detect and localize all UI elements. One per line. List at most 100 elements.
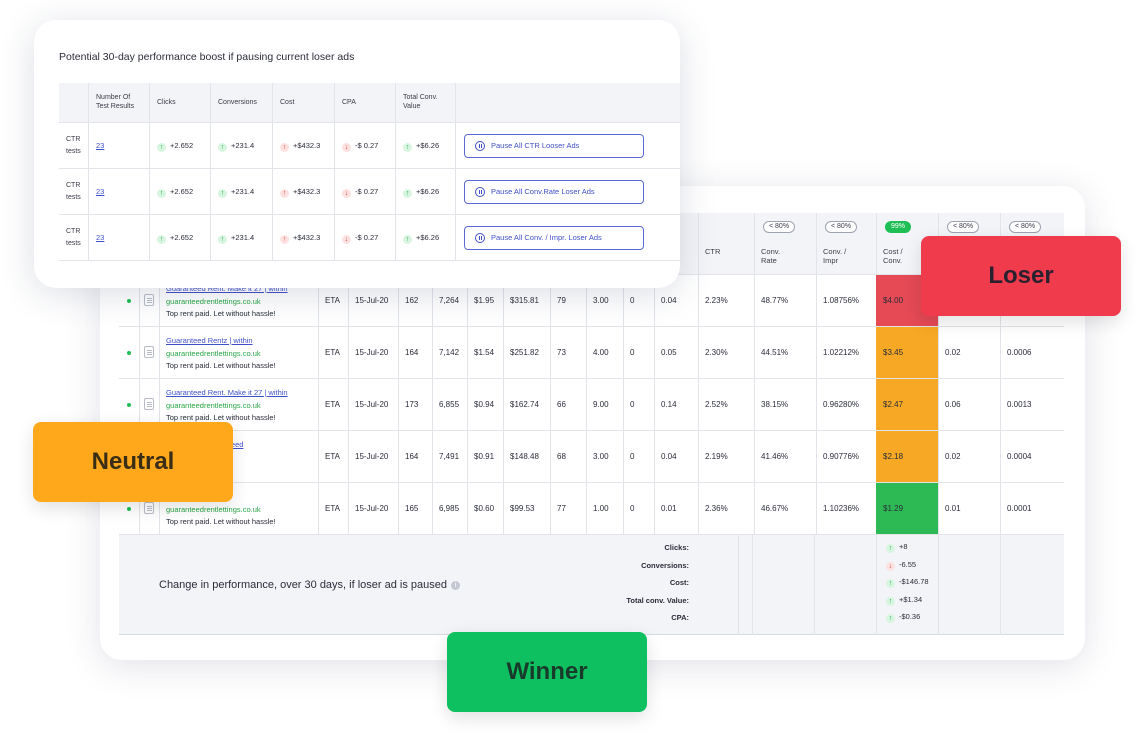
cell-cost: ↑ +$432.3	[272, 123, 334, 169]
cost-per-conversion-cell: $2.47	[876, 379, 938, 430]
cell-value: ↑ +$6.26	[395, 169, 455, 215]
pause-icon	[475, 141, 485, 151]
cell-c7: 0	[623, 379, 654, 431]
ad-description: Top rent paid. Let without hassle!	[166, 361, 276, 370]
summary-label: Cost:	[669, 578, 689, 587]
header-cell[interactable]: < 80% Conv. Rate	[754, 213, 816, 275]
table-header-row: Number Of Test Results Clicks Conversions C…	[59, 83, 680, 123]
cell-conversions: ↑ +231.4	[210, 215, 272, 261]
cell-conversions: ↑ +231.4	[210, 169, 272, 215]
cell-date: 15-Jul-20	[348, 483, 398, 535]
ad-preview-icon[interactable]	[144, 346, 154, 358]
header-cell[interactable]: Cost	[272, 83, 334, 123]
cell-e2: 0.0001	[1000, 483, 1064, 535]
ad-title-link[interactable]: Guaranteed Rent. Make it 27 | within	[166, 387, 288, 400]
cell-ctr: 2.19%	[698, 431, 754, 483]
arrow-up-icon: ↑	[280, 189, 289, 198]
header-cell[interactable]: Clicks	[149, 83, 210, 123]
header-label: Number Of Test Results	[96, 94, 135, 110]
arrow-up-icon: ↑	[403, 143, 412, 152]
ad-copy: Guaranteed Rent. Make it 27 | within guar…	[166, 387, 288, 425]
cell-e1: 0.06	[938, 379, 1000, 431]
summary-label: Total conv. Value:	[626, 595, 689, 605]
header-cell[interactable]: Number Of Test Results	[88, 83, 149, 123]
ad-description: Top rent paid. Let without hassle!	[166, 309, 276, 318]
button-label: Pause All Conv. / Impr. Loser Ads	[491, 233, 602, 242]
summary-label: CPA:	[671, 613, 689, 622]
summary-value: ↓ -6.55	[886, 560, 916, 571]
cell-c2: 7,491	[432, 431, 467, 483]
cell-c2: 6,855	[432, 379, 467, 431]
pause-icon	[475, 187, 485, 197]
cell-e1: 0.02	[938, 327, 1000, 379]
ad-url: guaranteedrentlettings.co.uk	[166, 400, 261, 410]
table-row[interactable]: with le 27 | GuaranteedGuaranteed Rent.t…	[119, 431, 1064, 483]
cell-c2: 6,985	[432, 483, 467, 535]
status-dot	[127, 351, 131, 355]
cost-per-conversion-cell: $1.29	[876, 483, 938, 534]
header-label: CPA	[342, 99, 356, 106]
pause-loser-ads-button[interactable]: Pause All CTR Looser Ads	[464, 134, 644, 158]
cell-divider	[814, 535, 815, 635]
cell-c7: 0	[623, 483, 654, 535]
cell-conv-rate: 48.77%	[754, 275, 816, 327]
header-label: Conversions	[218, 99, 257, 106]
cell-divider	[938, 535, 939, 635]
table-row[interactable]: Guaranteed Rent. Make it 27 | within guar…	[119, 379, 1064, 431]
ad-preview-icon[interactable]	[144, 294, 154, 306]
ad-title-link[interactable]: Guaranteed Rentz | within	[166, 335, 276, 348]
confidence-pill: 99%	[885, 221, 912, 233]
action-cell: Pause All CTR Looser Ads	[455, 123, 680, 169]
cell-conv-rate: 44.51%	[754, 327, 816, 379]
row-label: CTR tests	[66, 228, 81, 247]
header-label: Cost / Conv.	[883, 247, 903, 265]
cell-c6: 1.00	[586, 483, 623, 535]
header-label: Conv. / Impr	[823, 247, 847, 265]
results-link[interactable]: 23	[96, 187, 104, 196]
cost-per-conversion-cell: $3.45	[876, 327, 938, 378]
cell-value: +2.652	[170, 187, 194, 196]
pause-loser-ads-button[interactable]: Pause All Conv. / Impr. Loser Ads	[464, 226, 644, 250]
header-cell[interactable]: CTR	[698, 213, 754, 275]
ad-preview-icon[interactable]	[144, 502, 154, 514]
arrow-up-icon: ↑	[157, 189, 166, 198]
summary-value-text: +$1.34	[899, 594, 923, 604]
loser-badge: Loser	[921, 236, 1121, 316]
cell-c3: $1.54	[467, 327, 503, 379]
info-icon[interactable]: i	[451, 581, 460, 590]
cell-c8: 0.14	[654, 379, 698, 431]
header-cell[interactable]: < 80% Conv. / Impr	[816, 213, 876, 275]
cell-conv-rate: 46.67%	[754, 483, 816, 535]
cell-conversions: ↑ +231.4	[210, 123, 272, 169]
arrow-up-icon: ↑	[886, 596, 895, 606]
ad-url: guaranteedrentlettings.co.uk	[166, 504, 261, 514]
cell-conv-impr: 0.96280%	[816, 379, 876, 431]
cell-c8: 0.05	[654, 327, 698, 379]
table-row[interactable]: Guaranteed Rentz | within guaranteedrentl…	[119, 327, 1064, 379]
ad-copy: Guaranteed Rentz | within guaranteedrentl…	[166, 335, 276, 373]
header-cell[interactable]: CPA	[334, 83, 395, 123]
cell-cost: ↑ +$432.3	[272, 215, 334, 261]
header-cell-actions	[455, 83, 680, 123]
results-link[interactable]: 23	[96, 141, 104, 150]
header-label: Total Conv. Value	[403, 94, 438, 110]
cell-e2: 0.0013	[1000, 379, 1064, 431]
arrow-up-icon: ↑	[280, 235, 289, 244]
results-cell: 23	[88, 123, 149, 169]
header-cell[interactable]: Conversions	[210, 83, 272, 123]
header-cell[interactable]: Total Conv. Value	[395, 83, 455, 123]
arrow-up-icon: ↑	[886, 579, 895, 588]
cell-c4: $148.48	[503, 431, 550, 483]
table-row[interactable]: with le 27 | withinguaranteedrentletting…	[119, 483, 1064, 535]
pause-icon	[475, 233, 485, 243]
pause-loser-ads-button[interactable]: Pause All Conv.Rate Loser Ads	[464, 180, 644, 204]
cell-divider	[139, 327, 140, 379]
cell-value: +$432.3	[293, 141, 321, 150]
table-row: CTR tests 23 ↑ +2.652 ↑ +231.4 ↑ +$432.3 ↓ -$ 0.2…	[59, 169, 680, 215]
cell-divider	[159, 327, 160, 379]
arrow-down-icon: ↓	[342, 235, 351, 244]
action-cell: Pause All Conv.Rate Loser Ads	[455, 169, 680, 215]
confidence-pill: < 80%	[825, 221, 858, 233]
results-link[interactable]: 23	[96, 233, 104, 242]
ad-preview-icon[interactable]	[144, 398, 154, 410]
